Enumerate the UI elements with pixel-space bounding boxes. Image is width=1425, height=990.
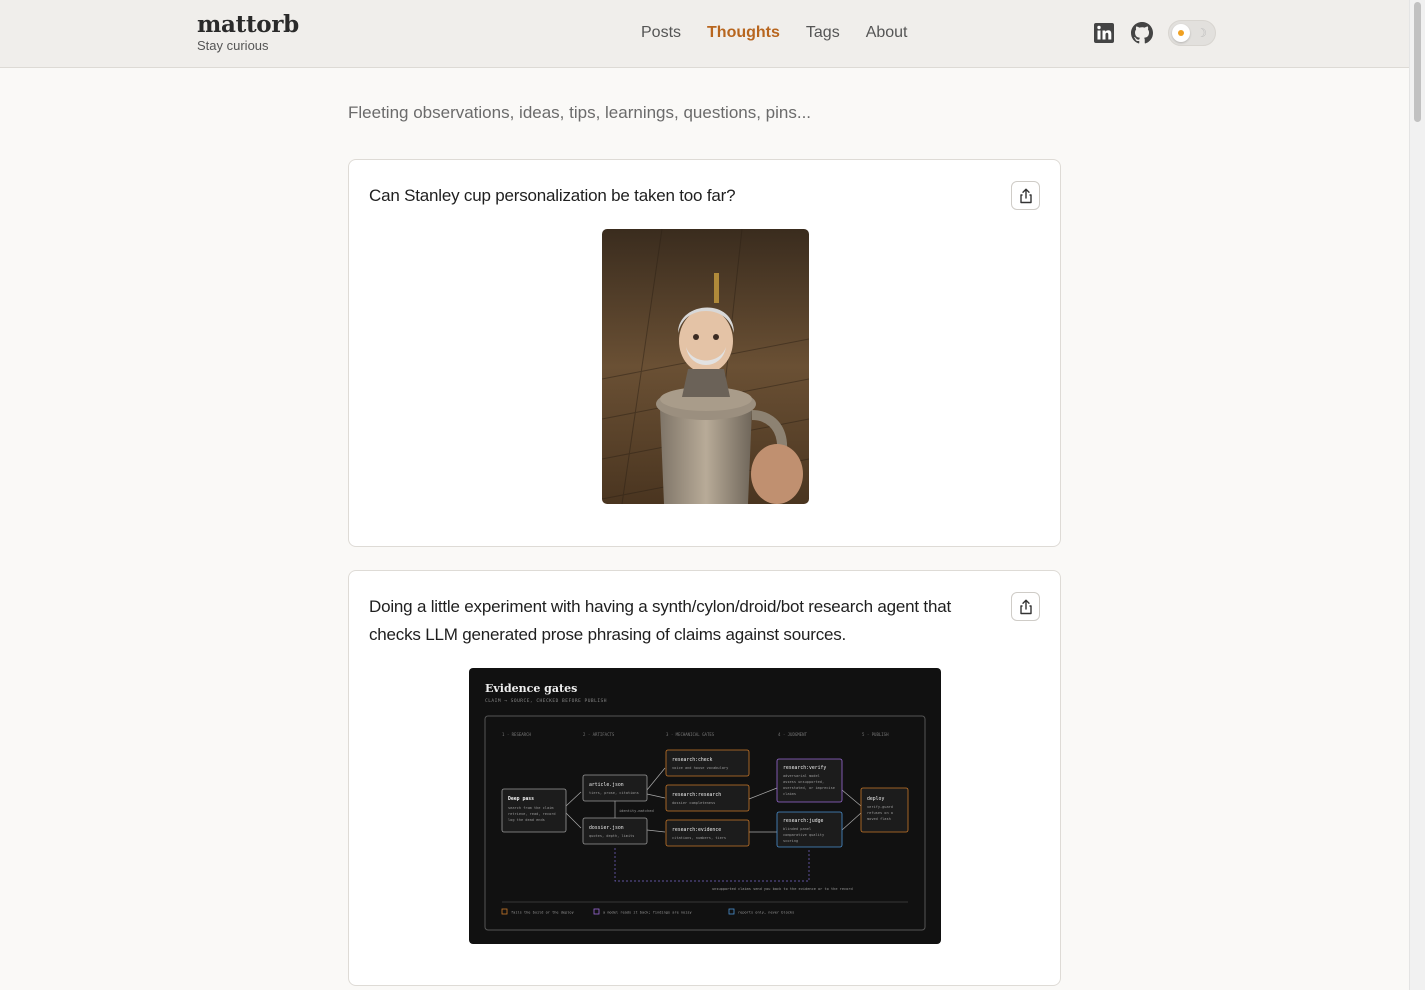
- node-dossier: dossier.json quotes, depth, limits: [582, 817, 648, 845]
- node-desc: overstated, or imprecise: [783, 786, 835, 790]
- node-desc: log the dead ends: [508, 818, 545, 822]
- nav-posts[interactable]: Posts: [641, 23, 681, 43]
- node-deep-pass: Deep pass search from the claim retrieve…: [501, 788, 567, 833]
- node-desc: quotes, depth, limits: [589, 834, 634, 838]
- node-evidence: research:evidence citations, numbers, ti…: [665, 819, 750, 847]
- diagram-legend: fails the build or the deploy a model re…: [501, 908, 794, 915]
- scrollbar-thumb[interactable]: [1414, 2, 1421, 122]
- column-label: 4 · JUDGMENT: [778, 732, 807, 737]
- node-name: research:judge: [783, 818, 824, 824]
- node-article: article.json tiers, prose, citations: [582, 774, 648, 802]
- legend-label: reports only, never blocks: [738, 911, 794, 915]
- node-desc: search from the claim: [508, 806, 553, 810]
- node-name: deploy: [867, 796, 884, 802]
- node-desc: blinded panel: [783, 827, 811, 831]
- sun-icon: [1172, 24, 1190, 42]
- share-icon: [1019, 188, 1032, 203]
- share-icon: [1019, 599, 1032, 614]
- thought-card: Can Stanley cup personalization be taken…: [348, 159, 1061, 547]
- main-nav: Posts Thoughts Tags About: [641, 23, 934, 43]
- column-label: 5 · PUBLISH: [862, 732, 889, 737]
- node-verify: research:verify adversarial model assess…: [776, 758, 843, 803]
- brand[interactable]: mattorb Stay curious: [197, 11, 299, 53]
- evidence-gates-diagram[interactable]: Evidence gates CLAIM → SOURCE, CHECKED B…: [469, 668, 941, 944]
- share-button[interactable]: [1011, 181, 1040, 210]
- node-name: research:check: [672, 757, 713, 763]
- nav-about[interactable]: About: [866, 23, 908, 43]
- node-desc: citations, numbers, tiers: [672, 836, 726, 840]
- nav-tags[interactable]: Tags: [806, 23, 840, 43]
- node-name: Deep pass: [508, 796, 534, 802]
- identity-label: identity-matched: [619, 809, 654, 813]
- thought-card: Doing a little experiment with having a …: [348, 570, 1061, 986]
- page-intro: Fleeting observations, ideas, tips, lear…: [348, 103, 812, 122]
- node-desc: moved flash: [867, 817, 891, 821]
- node-desc: tiers, prose, citations: [589, 791, 639, 795]
- column-label: 2 · ARTIFACTS: [583, 732, 615, 737]
- theme-toggle[interactable]: ☽: [1168, 20, 1216, 46]
- github-icon[interactable]: [1130, 21, 1154, 45]
- node-desc: adversarial model: [783, 774, 820, 778]
- node-deploy: deploy verify-guard refuses on a moved f…: [860, 787, 909, 833]
- node-name: research:evidence: [672, 827, 721, 833]
- legend-label: fails the build or the deploy: [511, 911, 575, 915]
- node-desc: assess unsupported,: [783, 780, 824, 784]
- node-desc: voice and house vocabulary: [672, 766, 729, 770]
- stanley-cup-photo[interactable]: [602, 229, 809, 504]
- node-name: research:research: [672, 792, 721, 798]
- node-desc: claims: [783, 792, 796, 796]
- thought-text: Can Stanley cup personalization be taken…: [369, 186, 736, 205]
- node-desc: retrieve, read, record: [508, 812, 556, 816]
- node-judge: research:judge blinded panel comparative…: [776, 811, 843, 848]
- nav-thoughts[interactable]: Thoughts: [707, 23, 780, 43]
- share-button[interactable]: [1011, 592, 1040, 621]
- node-research: research:research dossier completeness: [665, 784, 750, 812]
- scrollbar[interactable]: [1409, 0, 1425, 990]
- node-desc: comparative quality: [783, 833, 825, 837]
- node-name: research:verify: [783, 765, 826, 771]
- column-label: 3 · MECHANICAL GATES: [666, 732, 715, 737]
- linkedin-icon[interactable]: [1092, 21, 1116, 45]
- legend-label: a model reads it back; findings are nois…: [603, 911, 693, 915]
- moon-icon: ☽: [1196, 26, 1207, 40]
- node-desc: refuses on a: [867, 811, 893, 815]
- node-desc: verify-guard: [867, 805, 893, 809]
- node-name: article.json: [589, 782, 624, 788]
- node-name: dossier.json: [589, 825, 624, 831]
- site-tagline: Stay curious: [197, 38, 269, 53]
- site-name[interactable]: mattorb: [197, 11, 299, 39]
- loop-label: unsupported claims send you back to the …: [712, 887, 853, 891]
- node-check: research:check voice and house vocabular…: [665, 749, 750, 777]
- column-label: 1 · RESEARCH: [502, 732, 531, 737]
- site-header: mattorb Stay curious Posts Thoughts Tags…: [0, 0, 1410, 68]
- thought-text: Doing a little experiment with having a …: [369, 597, 951, 644]
- node-desc: scoring: [783, 839, 798, 843]
- header-icons: ☽: [1092, 20, 1216, 46]
- node-desc: dossier completeness: [672, 801, 715, 805]
